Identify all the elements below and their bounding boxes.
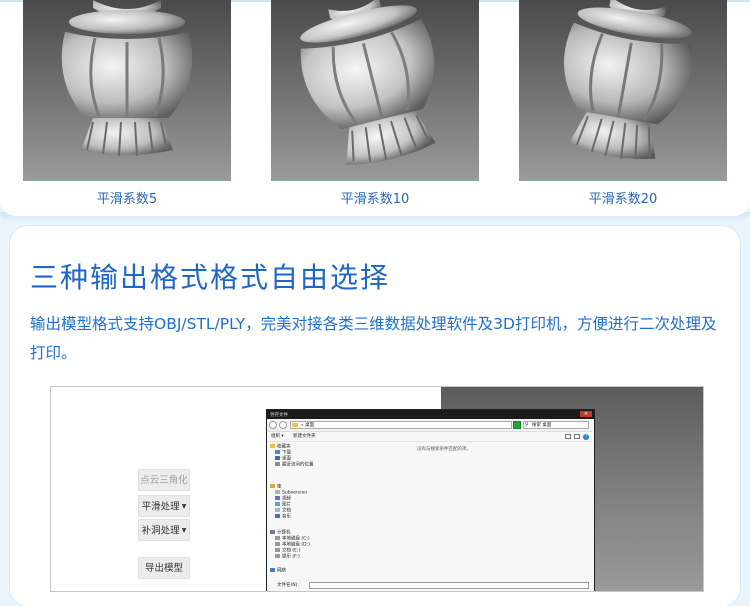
thumbnail-caption-3: 平滑系数20 xyxy=(588,192,658,207)
dialog-title: 另存文件 xyxy=(270,413,288,418)
library-icon xyxy=(270,484,275,488)
filename-row: 文件名(N): xyxy=(277,582,589,590)
smooth-button[interactable]: 平滑处理 ▼ xyxy=(138,495,190,517)
forward-button[interactable] xyxy=(279,421,287,429)
thumbnail-caption-1: 平滑系数5 xyxy=(96,192,158,207)
dialog-toolbar: 组织 ▾ 新建文件夹 ? xyxy=(267,432,592,442)
drive-icon xyxy=(275,548,280,552)
model-thumbnail-3 xyxy=(519,0,727,181)
download-icon xyxy=(275,450,280,454)
music-icon xyxy=(275,514,280,518)
computer-icon xyxy=(270,530,275,534)
document-icon xyxy=(275,508,280,512)
refresh-button[interactable] xyxy=(513,421,521,429)
lantern-model-smooth-10 xyxy=(300,0,436,166)
nav-item-recent[interactable]: 最近访问的位置 xyxy=(275,462,314,468)
address-field[interactable]: « 桌面 xyxy=(290,421,512,429)
picture-icon xyxy=(275,502,280,506)
drive-icon xyxy=(275,536,280,540)
lantern-model-smooth-5 xyxy=(61,0,193,157)
help-icon[interactable]: ? xyxy=(583,433,589,440)
organize-menu[interactable]: 组织 ▾ xyxy=(271,432,284,441)
fill-holes-label: 补洞处理 xyxy=(141,525,180,537)
export-model-label: 导出模型 xyxy=(144,563,183,574)
address-bar-row: « 桌面 ⚲ 搜索 桌面 xyxy=(267,419,592,432)
thumbnail-caption-2: 平滑系数10 xyxy=(340,192,410,207)
search-field[interactable]: ⚲ 搜索 桌面 xyxy=(523,421,589,429)
new-folder-button[interactable]: 新建文件夹 xyxy=(293,432,316,441)
drive-icon xyxy=(275,554,280,558)
software-screenshot: 点云三角化 平滑处理 ▼ 补洞处理 ▼ 导出模型 另存文件 × « 桌面 ⚲ 搜索 … xyxy=(50,386,704,592)
preview-pane-icon[interactable] xyxy=(574,434,580,439)
model-thumbnail-2 xyxy=(271,0,479,181)
save-file-dialog: 另存文件 × « 桌面 ⚲ 搜索 桌面 组织 ▾ 新建文件夹 ? 收藏夹 下载 … xyxy=(266,409,595,591)
view-options-icon[interactable] xyxy=(565,434,571,439)
model-thumbnail-1 xyxy=(23,0,231,181)
star-icon xyxy=(270,444,275,448)
filename-input[interactable] xyxy=(309,582,589,589)
video-icon xyxy=(275,496,280,500)
lantern-model-smooth-20 xyxy=(564,0,693,160)
feature-description: 输出模型格式支持OBJ/STL/PLY，完美对接各类三维数据处理软件及3D打印机… xyxy=(30,315,717,362)
address-path: « 桌面 xyxy=(301,423,315,428)
drive-icon xyxy=(275,542,280,546)
search-placeholder: 搜索 桌面 xyxy=(532,423,552,428)
smoothing-gallery: 平滑系数5 平滑系数10 平滑系数20 xyxy=(0,0,750,222)
export-model-button[interactable]: 导出模型 xyxy=(138,557,190,579)
dialog-titlebar: 另存文件 × xyxy=(267,410,594,419)
smooth-label: 平滑处理 xyxy=(141,501,180,513)
dropdown-arrow-icon: ▼ xyxy=(181,527,187,534)
search-icon: ⚲ xyxy=(525,422,529,428)
desktop-icon xyxy=(275,456,280,460)
triangulate-button[interactable]: 点云三角化 xyxy=(138,469,190,491)
empty-results-message: 没有与搜索条件匹配的项。 xyxy=(417,447,471,452)
nav-drive-f[interactable]: 娱乐 (F:) xyxy=(275,554,300,560)
navigation-pane: 收藏夹 下载 桌面 最近访问的位置 库 Subversion 视频 图片 文档 … xyxy=(267,442,327,591)
nav-network[interactable]: 网络 xyxy=(270,568,286,574)
filename-label: 文件名(N): xyxy=(277,583,299,588)
triangulate-label: 点云三角化 xyxy=(140,475,188,486)
dropdown-arrow-icon: ▼ xyxy=(181,503,187,510)
feature-title: 三种输出格式格式自由选择 xyxy=(30,261,391,294)
back-button[interactable] xyxy=(269,421,277,429)
close-icon[interactable]: × xyxy=(580,411,592,417)
folder-icon xyxy=(292,423,298,427)
folder-icon xyxy=(275,490,280,494)
fill-holes-button[interactable]: 补洞处理 ▼ xyxy=(138,519,190,541)
nav-item-music[interactable]: 音乐 xyxy=(275,514,291,520)
recent-icon xyxy=(275,462,280,466)
network-icon xyxy=(270,568,275,572)
